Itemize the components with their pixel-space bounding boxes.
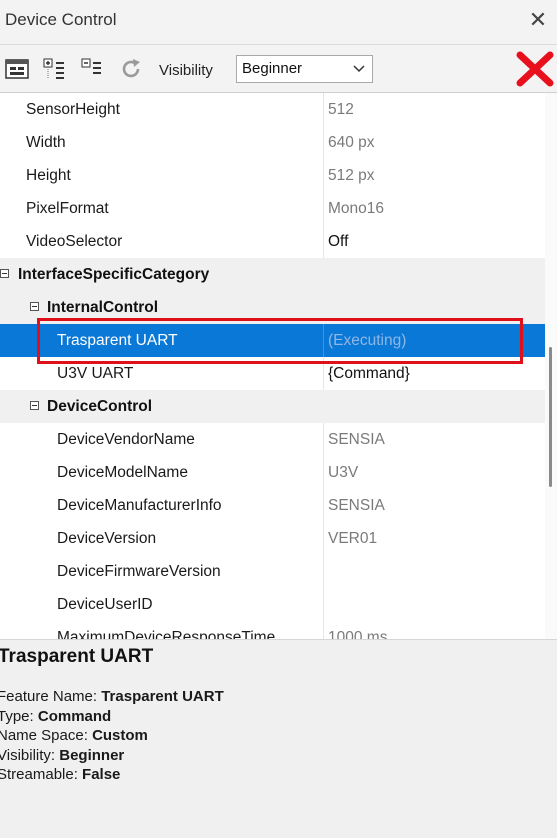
property-row-device-model-name[interactable]: DeviceModelName U3V — [0, 456, 545, 489]
property-value — [323, 555, 545, 588]
name-space-line: Name Space: Custom — [0, 726, 224, 746]
property-name: DeviceVersion — [57, 530, 157, 547]
property-name: U3V UART — [57, 365, 134, 382]
property-value: SENSIA — [323, 489, 545, 522]
property-name: Height — [26, 167, 71, 184]
category-row-internal-control[interactable]: InternalControl — [0, 291, 545, 324]
collapse-icon[interactable] — [0, 269, 9, 278]
visibility-line: Visibility: Beginner — [0, 746, 224, 766]
description-pane: Trasparent UART Feature Name: Trasparent… — [0, 639, 557, 838]
property-value: 1000 ms — [323, 621, 545, 639]
feature-name-line: Feature Name: Trasparent UART — [0, 687, 224, 707]
property-grid: SensorHeight 512 Width 640 px Height 512… — [0, 93, 557, 639]
property-value: SENSIA — [323, 423, 545, 456]
name-space-value: Custom — [92, 727, 148, 744]
property-name: DeviceUserID — [57, 596, 153, 613]
property-name: SensorHeight — [26, 101, 120, 118]
property-row-device-manufacturer-info[interactable]: DeviceManufacturerInfo SENSIA — [0, 489, 545, 522]
grid-scrollbar[interactable] — [545, 93, 557, 639]
property-row-device-version[interactable]: DeviceVersion VER01 — [0, 522, 545, 555]
property-row-trasparent-uart[interactable]: Trasparent UART (Executing) — [0, 324, 545, 357]
visibility-select[interactable]: Beginner — [236, 55, 373, 83]
property-value[interactable]: Off — [323, 225, 545, 258]
property-value: U3V — [323, 456, 545, 489]
visibility-value: Beginner — [59, 746, 125, 764]
property-name: MaximumDeviceResponseTime — [57, 629, 276, 639]
title-bar: Device Control ✕ — [0, 0, 557, 44]
property-row-device-user-id[interactable]: DeviceUserID — [0, 588, 545, 621]
expand-tree-icon[interactable] — [42, 56, 68, 82]
property-value: Mono16 — [323, 192, 545, 225]
collapse-icon[interactable] — [30, 302, 39, 311]
type-label: Type: — [0, 707, 34, 725]
name-space-label: Name Space: — [0, 727, 88, 744]
category-row-device-control[interactable]: DeviceControl — [0, 390, 545, 423]
refresh-icon[interactable] — [118, 56, 144, 82]
property-row-max-response-time[interactable]: MaximumDeviceResponseTime 1000 ms — [0, 621, 545, 639]
visibility-desc-label: Visibility: — [0, 746, 56, 764]
collapse-icon[interactable] — [30, 401, 39, 410]
type-value: Command — [37, 707, 112, 725]
category-row-interface-specific[interactable]: InterfaceSpecificCategory — [0, 258, 545, 291]
feature-name-value: Trasparent UART — [101, 688, 224, 705]
description-title: Trasparent UART — [0, 646, 154, 667]
visibility-selected-value: Beginner — [242, 60, 303, 77]
streamable-value: False — [82, 766, 121, 783]
scroll-thumb[interactable] — [549, 347, 552, 487]
property-row-video-selector[interactable]: VideoSelector Off — [0, 225, 545, 258]
property-value[interactable]: {Command} — [323, 357, 545, 390]
window-title: Device Control — [5, 10, 117, 29]
description-details: Feature Name: Trasparent UART Type: Comm… — [0, 687, 224, 785]
streamable-line: Streamable: False — [0, 765, 224, 785]
property-row-device-firmware-version[interactable]: DeviceFirmwareVersion — [0, 555, 545, 588]
properties-icon[interactable] — [4, 56, 30, 82]
property-value: 512 px — [323, 159, 545, 192]
property-name: DeviceVendorName — [57, 431, 195, 448]
property-row-height[interactable]: Height 512 px — [0, 159, 545, 192]
property-row-u3v-uart[interactable]: U3V UART {Command} — [0, 357, 545, 390]
collapse-tree-icon[interactable] — [80, 56, 106, 82]
close-icon[interactable]: ✕ — [527, 8, 549, 32]
property-value: VER01 — [323, 522, 545, 555]
property-name: Trasparent UART — [57, 332, 178, 349]
type-line: Type: Command — [0, 707, 224, 727]
property-row-pixel-format[interactable]: PixelFormat Mono16 — [0, 192, 545, 225]
property-name: VideoSelector — [26, 233, 123, 250]
chevron-down-icon — [353, 65, 365, 73]
property-name: PixelFormat — [26, 200, 109, 217]
disconnect-x-icon[interactable] — [516, 51, 554, 87]
toolbar: Visibility Beginner — [0, 44, 557, 93]
property-value[interactable] — [323, 588, 545, 621]
property-row-device-vendor-name[interactable]: DeviceVendorName SENSIA — [0, 423, 545, 456]
property-value: 512 — [323, 93, 545, 126]
property-row-sensor-height[interactable]: SensorHeight 512 — [0, 93, 545, 126]
property-name: Width — [26, 134, 66, 151]
property-name: DeviceManufacturerInfo — [57, 497, 222, 514]
visibility-label: Visibility — [159, 62, 213, 79]
feature-name-label: Feature Name: — [0, 688, 98, 705]
property-value: 640 px — [323, 126, 545, 159]
property-value[interactable]: (Executing) — [323, 324, 545, 357]
category-name: InternalControl — [47, 299, 159, 316]
category-name: InterfaceSpecificCategory — [18, 266, 210, 283]
property-row-width[interactable]: Width 640 px — [0, 126, 545, 159]
streamable-label: Streamable: — [0, 766, 78, 783]
property-name: DeviceFirmwareVersion — [57, 563, 221, 580]
category-name: DeviceControl — [47, 398, 153, 415]
property-name: DeviceModelName — [57, 464, 188, 481]
